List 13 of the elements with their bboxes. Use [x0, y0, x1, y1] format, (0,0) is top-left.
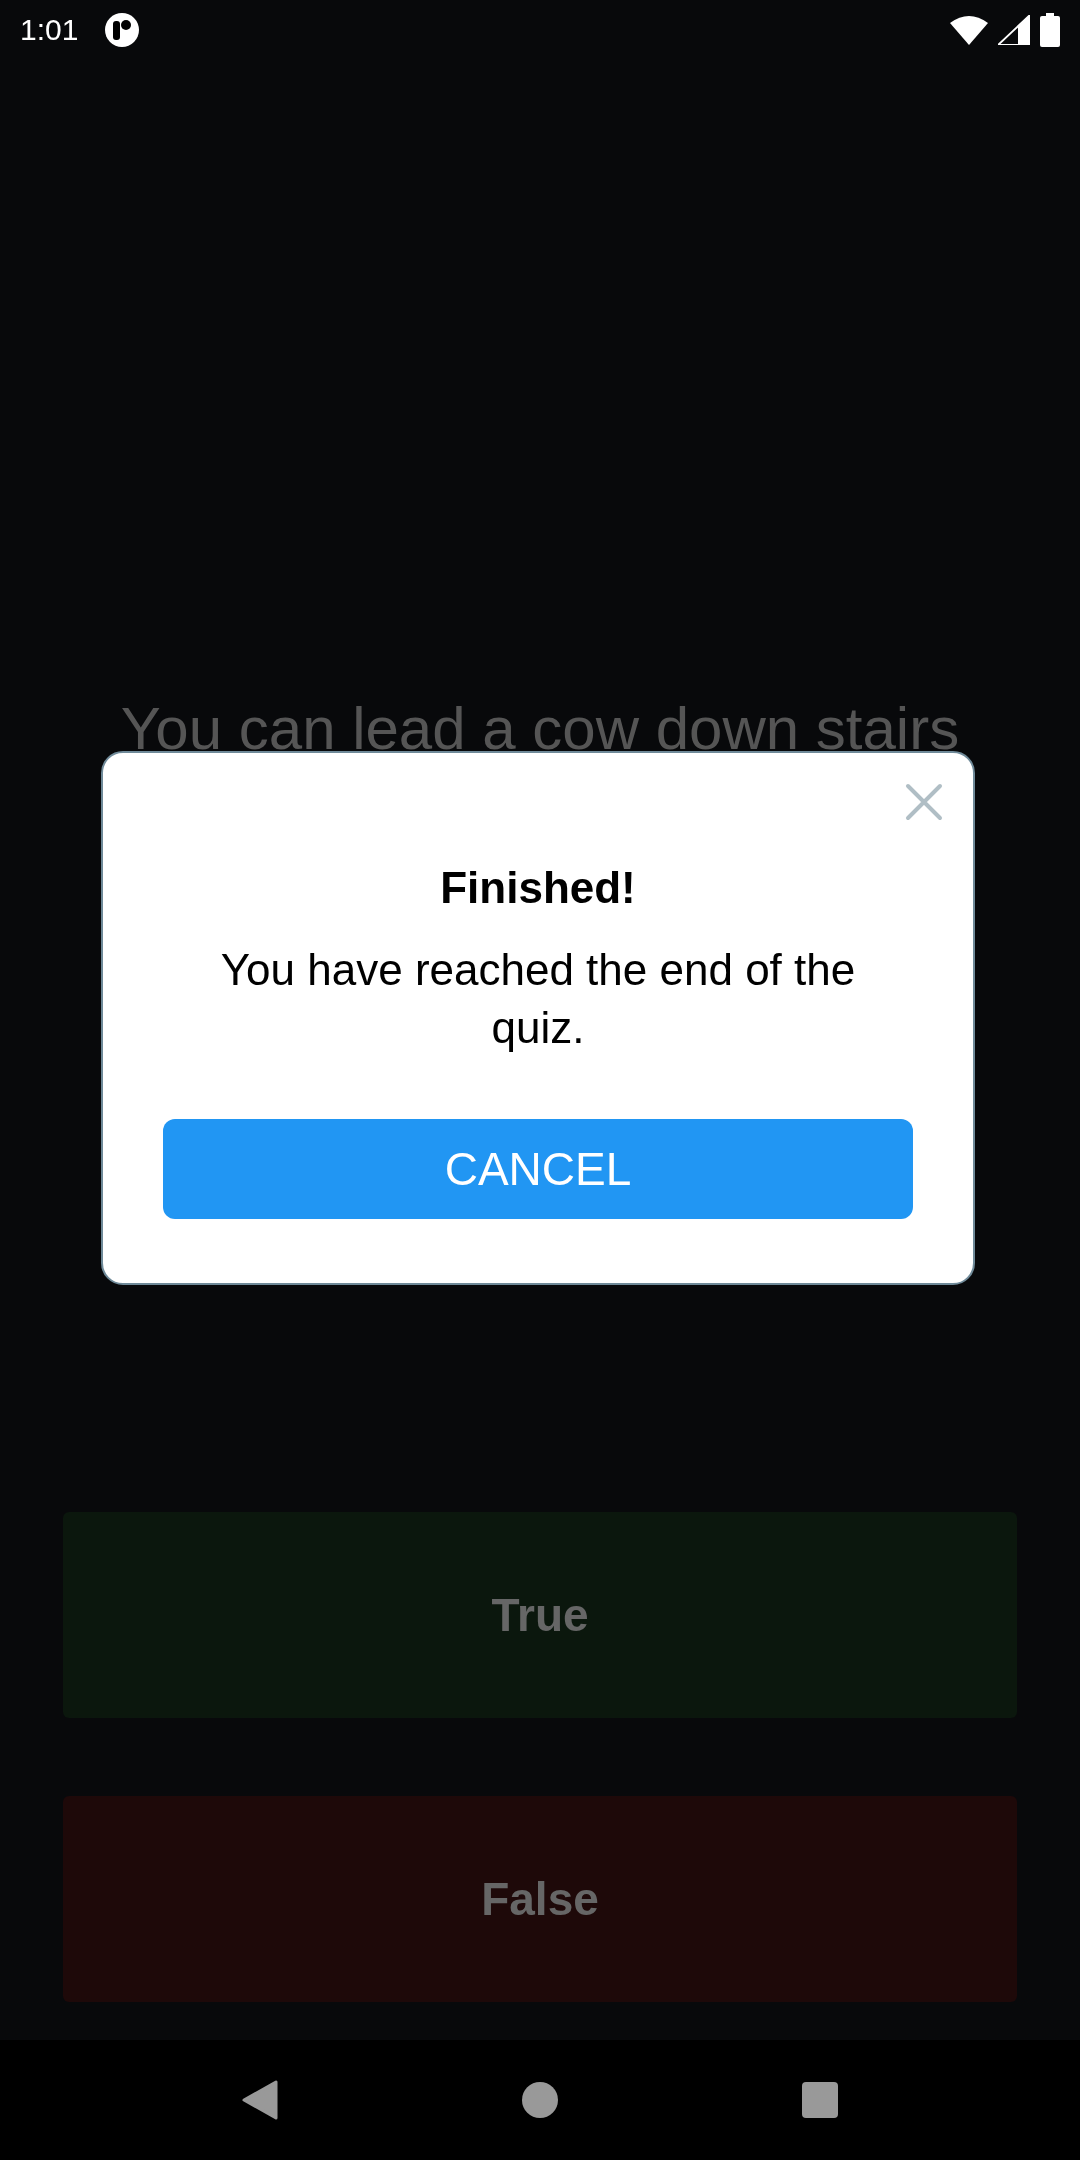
status-time: 1:01	[20, 13, 79, 47]
dialog-title: Finished!	[440, 863, 636, 913]
app-notification-icon	[104, 12, 141, 48]
back-icon[interactable]	[242, 2080, 278, 2120]
cancel-button[interactable]: CANCEL	[163, 1119, 913, 1219]
dialog-message: You have reached the end of the quiz.	[219, 944, 857, 1054]
home-icon[interactable]	[522, 2082, 558, 2118]
question-text: You can lead a cow down stairs	[119, 694, 961, 763]
wifi-icon	[950, 15, 988, 45]
answer-button[interactable]: False	[63, 1796, 1017, 2002]
signal-icon	[998, 15, 1030, 45]
answer-button[interactable]: True	[63, 1512, 1017, 1718]
battery-icon	[1040, 13, 1060, 47]
